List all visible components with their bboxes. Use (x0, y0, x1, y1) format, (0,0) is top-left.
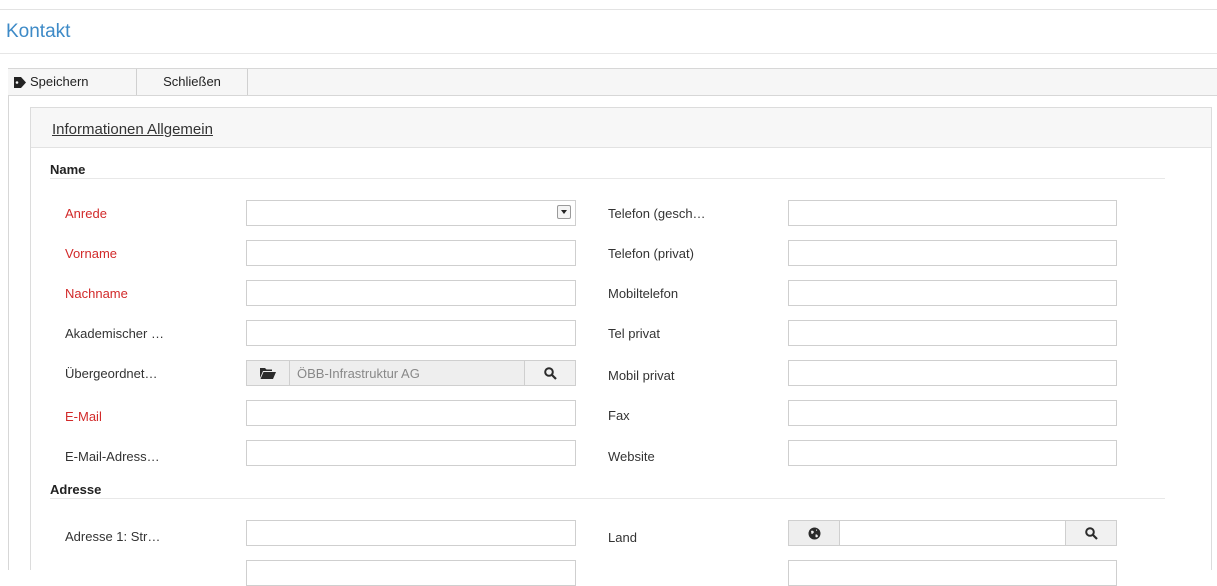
label-uebergeordnet: Übergeordnet… (65, 366, 158, 381)
label-land: Land (608, 530, 637, 545)
akademischer-input[interactable] (246, 320, 576, 346)
tag-icon (14, 77, 26, 88)
adresse1-input[interactable] (246, 520, 576, 546)
save-button-label: Speichern (30, 74, 89, 89)
panel-header[interactable]: Informationen Allgemein (31, 108, 1211, 148)
land-lookup[interactable] (788, 520, 1117, 546)
label-mobiltelefon: Mobiltelefon (608, 286, 679, 301)
anrede-select[interactable] (246, 200, 576, 226)
label-vorname: Vorname (65, 246, 118, 261)
save-button[interactable]: Speichern (8, 69, 137, 95)
tel-privat-input[interactable] (788, 320, 1117, 346)
search-icon[interactable] (524, 361, 575, 385)
label-fax: Fax (608, 408, 630, 423)
title-divider (0, 53, 1217, 54)
fax-input[interactable] (788, 400, 1117, 426)
uebergeordnet-value: ÖBB-Infrastruktur AG (297, 366, 420, 381)
right-partial-input[interactable] (788, 560, 1117, 586)
top-divider (0, 9, 1217, 10)
label-mobil-privat: Mobil privat (608, 368, 675, 383)
label-website: Website (608, 449, 655, 464)
telefon-gesch-input[interactable] (788, 200, 1117, 226)
email-adresse-input[interactable] (246, 440, 576, 466)
adresse2-input[interactable] (246, 560, 576, 586)
left-border (8, 95, 9, 570)
label-tel-privat: Tel privat (608, 326, 661, 341)
uebergeordnet-lookup[interactable]: ÖBB-Infrastruktur AG (246, 360, 576, 386)
close-button-label: Schließen (163, 74, 221, 89)
close-button[interactable]: Schließen (137, 69, 248, 95)
page-title: Kontakt (6, 21, 71, 42)
label-email: E-Mail (65, 409, 102, 424)
vorname-input[interactable] (246, 240, 576, 266)
label-telefon-privat: Telefon (privat) (608, 246, 694, 261)
label-adresse1: Adresse 1: Str… (65, 529, 161, 544)
label-akademischer: Akademischer … (65, 326, 164, 341)
toolbar: Speichern Schließen (8, 68, 1217, 96)
folder-open-icon[interactable] (247, 361, 290, 385)
label-email-adresse: E-Mail-Adress… (65, 449, 160, 464)
mobiltelefon-input[interactable] (788, 280, 1117, 306)
email-input[interactable] (246, 400, 576, 426)
section-address-title: Adresse (50, 482, 102, 497)
nachname-input[interactable] (246, 280, 576, 306)
label-telefon-gesch: Telefon (gesch… (608, 206, 706, 221)
label-nachname: Nachname (65, 286, 128, 301)
website-input[interactable] (788, 440, 1117, 466)
section-address-divider (50, 498, 1165, 499)
section-name-divider (50, 178, 1165, 179)
globe-icon[interactable] (789, 521, 840, 545)
search-icon[interactable] (1065, 521, 1116, 545)
chevron-down-icon[interactable] (557, 205, 571, 219)
label-anrede: Anrede (65, 206, 107, 221)
panel-title[interactable]: Informationen Allgemein (52, 121, 213, 138)
mobil-privat-input[interactable] (788, 360, 1117, 386)
section-name-title: Name (50, 162, 86, 177)
telefon-privat-input[interactable] (788, 240, 1117, 266)
